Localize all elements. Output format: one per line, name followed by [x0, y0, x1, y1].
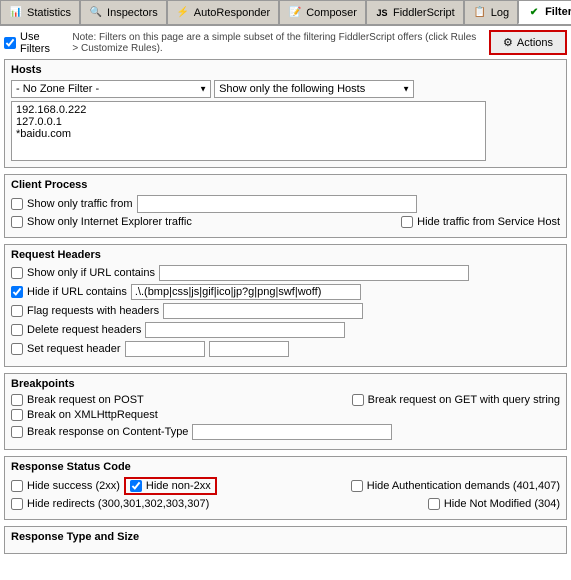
action-bar: Use Filters Note: Filters on this page a… — [4, 30, 567, 55]
delete-headers-checkbox[interactable] — [11, 324, 23, 336]
hosts-title: Hosts — [11, 64, 560, 76]
show-ie-checkbox[interactable] — [11, 216, 23, 228]
hide-success-auth-row: Hide success (2xx) Hide non-2xx Hide Aut… — [11, 477, 560, 495]
delete-headers-input[interactable] — [145, 322, 345, 338]
break-get-checkbox[interactable] — [352, 394, 364, 406]
set-header-checkbox[interactable] — [11, 343, 23, 355]
composer-icon: 📝 — [288, 6, 302, 20]
hosts-filter-dropdown[interactable]: Show only the following HostsHide the fo… — [214, 80, 414, 98]
tab-log[interactable]: 📋 Log — [464, 0, 518, 24]
set-header-row: Set request header — [11, 341, 560, 357]
host-item: 192.168.0.222 — [16, 104, 481, 116]
actions-icon: ⚙ — [503, 36, 513, 49]
host-item: 127.0.0.1 — [16, 116, 481, 128]
break-response-row: Break response on Content-Type — [11, 424, 560, 440]
set-header-name-input[interactable] — [125, 341, 205, 357]
tab-bar: 📊 Statistics 🔍 Inspectors ⚡ AutoResponde… — [0, 0, 571, 26]
autoresponder-icon: ⚡ — [176, 6, 190, 20]
request-headers-section: Request Headers Show only if URL contain… — [4, 244, 567, 367]
tab-inspectors[interactable]: 🔍 Inspectors — [80, 0, 167, 24]
filter-note: Note: Filters on this page are a simple … — [72, 32, 481, 54]
filters-icon: ✔ — [527, 5, 541, 19]
request-headers-title: Request Headers — [11, 249, 560, 261]
show-traffic-row: Show only traffic from — [11, 195, 560, 213]
show-traffic-checkbox[interactable] — [11, 198, 23, 210]
client-process-section: Client Process Show only traffic from Sh… — [4, 174, 567, 238]
inspectors-icon: 🔍 — [89, 6, 103, 20]
set-header-value-input[interactable] — [209, 341, 289, 357]
breakpoints-title: Breakpoints — [11, 378, 560, 390]
tab-statistics[interactable]: 📊 Statistics — [0, 0, 80, 24]
break-post-get-row: Break request on POST Break request on G… — [11, 394, 560, 406]
flag-headers-row: Flag requests with headers — [11, 303, 560, 319]
tab-filters[interactable]: ✔ Filters — [518, 0, 571, 24]
tab-composer[interactable]: 📝 Composer — [279, 0, 366, 24]
traffic-process-dropdown[interactable] — [137, 195, 417, 213]
zone-filter-wrapper[interactable]: - No Zone Filter -Show only Intranet Hos… — [11, 80, 211, 98]
response-status-section: Response Status Code Hide success (2xx) … — [4, 456, 567, 520]
hide-url-row: Hide if URL contains — [11, 284, 560, 300]
delete-headers-row: Delete request headers — [11, 322, 560, 338]
use-filters-label[interactable]: Use Filters — [4, 31, 60, 55]
tab-autoresponder[interactable]: ⚡ AutoResponder — [167, 0, 279, 24]
break-xml-checkbox[interactable] — [11, 409, 23, 421]
response-status-title: Response Status Code — [11, 461, 560, 473]
main-content: Use Filters Note: Filters on this page a… — [0, 26, 571, 580]
tab-fiddlerscript[interactable]: JS FiddlerScript — [366, 0, 464, 24]
fiddlerscript-icon: JS — [375, 6, 389, 20]
hide-redirects-modified-row: Hide redirects (300,301,302,303,307) Hid… — [11, 498, 560, 510]
show-url-row: Show only if URL contains — [11, 265, 560, 281]
hosts-section: Hosts - No Zone Filter -Show only Intran… — [4, 59, 567, 168]
flag-headers-checkbox[interactable] — [11, 305, 23, 317]
hosts-list[interactable]: 192.168.0.222 127.0.0.1 *baidu.com — [11, 101, 486, 161]
hide-not-modified-checkbox[interactable] — [428, 498, 440, 510]
log-icon: 📋 — [473, 6, 487, 20]
break-xml-row: Break on XMLHttpRequest — [11, 409, 560, 421]
zone-filter-dropdown[interactable]: - No Zone Filter -Show only Intranet Hos… — [11, 80, 211, 98]
hide-redirects-checkbox[interactable] — [11, 498, 23, 510]
hide-url-input[interactable] — [131, 284, 361, 300]
client-process-title: Client Process — [11, 179, 560, 191]
hide-success-checkbox[interactable] — [11, 480, 23, 492]
flag-headers-input[interactable] — [163, 303, 363, 319]
ie-traffic-row: Show only Internet Explorer traffic Hide… — [11, 216, 560, 228]
show-url-checkbox[interactable] — [11, 267, 23, 279]
hide-url-checkbox[interactable] — [11, 286, 23, 298]
break-response-input[interactable] — [192, 424, 392, 440]
hide-auth-checkbox[interactable] — [351, 480, 363, 492]
host-item: *baidu.com — [16, 128, 481, 140]
hide-non2xx-box: Hide non-2xx — [124, 477, 217, 495]
break-response-checkbox[interactable] — [11, 426, 23, 438]
response-type-section: Response Type and Size — [4, 526, 567, 554]
response-type-title: Response Type and Size — [11, 531, 560, 543]
break-post-checkbox[interactable] — [11, 394, 23, 406]
hide-service-checkbox[interactable] — [401, 216, 413, 228]
actions-button[interactable]: ⚙ Actions — [489, 30, 567, 55]
hide-non2xx-checkbox[interactable] — [130, 480, 142, 492]
show-url-input[interactable] — [159, 265, 469, 281]
hosts-filter-wrapper[interactable]: Show only the following HostsHide the fo… — [214, 80, 414, 98]
statistics-icon: 📊 — [9, 6, 23, 20]
breakpoints-section: Breakpoints Break request on POST Break … — [4, 373, 567, 450]
use-filters-checkbox[interactable] — [4, 37, 16, 49]
